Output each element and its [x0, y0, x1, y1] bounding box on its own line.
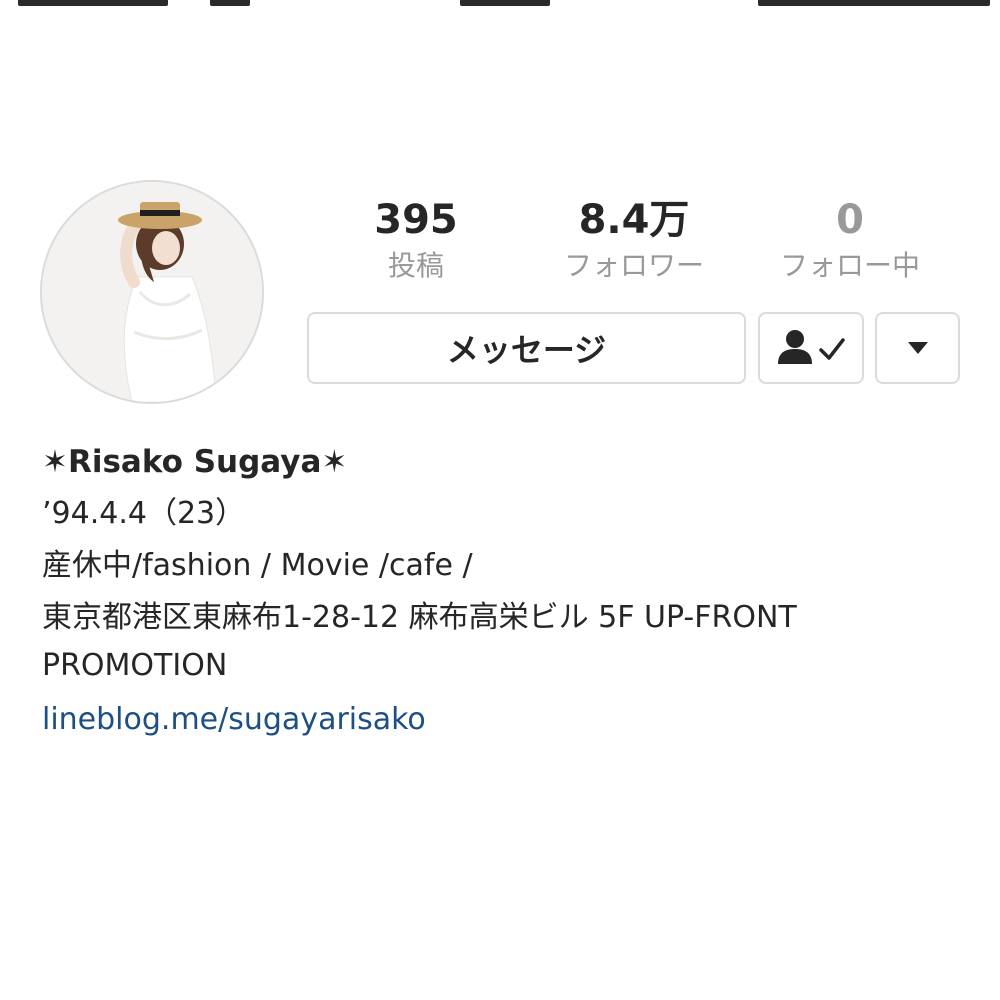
- person-check-icon: [778, 330, 845, 364]
- message-button[interactable]: メッセージ: [307, 312, 746, 384]
- stat-followers[interactable]: 8.4万 フォロワー: [534, 196, 734, 286]
- stat-posts[interactable]: 395 投稿: [316, 196, 516, 286]
- following-button[interactable]: [758, 312, 864, 384]
- followers-label: フォロワー: [563, 249, 704, 282]
- following-label: フォロー中: [779, 249, 920, 282]
- posts-label: 投稿: [387, 249, 444, 282]
- followers-count: 8.4万: [578, 197, 690, 243]
- triangle-down-icon: [907, 342, 928, 354]
- posts-count: 395: [374, 197, 458, 243]
- stat-following[interactable]: 0 フォロー中: [750, 196, 950, 286]
- profile-birthday: ’94.4.4（23）: [42, 496, 246, 531]
- following-count: 0: [836, 197, 864, 243]
- profile-photo-avatar: [42, 182, 262, 402]
- profile-bio: ✶Risako Sugaya✶ ’94.4.4（23） 産休中/fashion …: [42, 436, 962, 746]
- profile-website-link[interactable]: lineblog.me/sugayarisako: [42, 694, 962, 746]
- profile-address: 東京都港区東麻布1-28-12 麻布高栄ビル 5F UP-FRONT PROMO…: [42, 600, 797, 683]
- cropped-top-bar: [0, 0, 1000, 8]
- more-options-button[interactable]: [875, 312, 960, 384]
- profile-tags: 産休中/fashion / Movie /cafe /: [42, 548, 473, 583]
- profile-name: ✶Risako Sugaya✶: [42, 444, 348, 480]
- profile-avatar[interactable]: [40, 180, 264, 404]
